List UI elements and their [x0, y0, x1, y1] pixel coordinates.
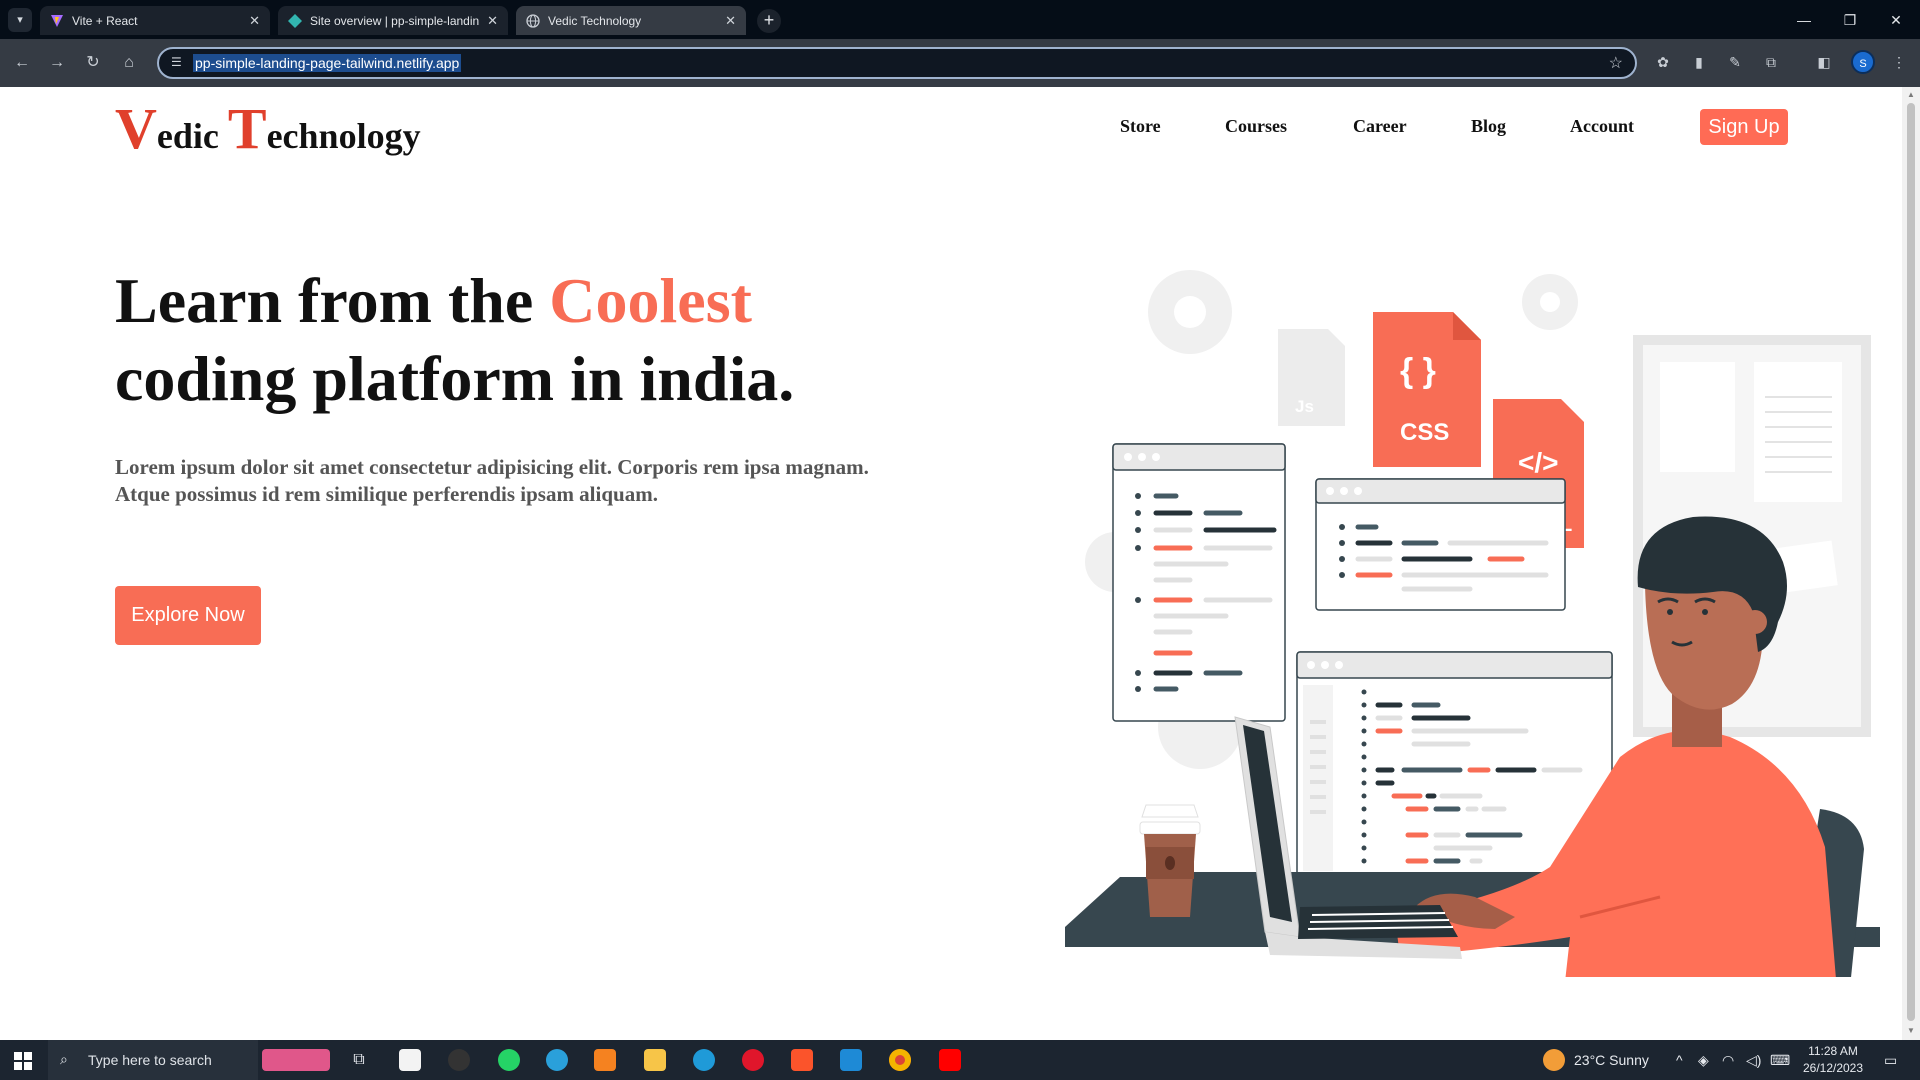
address-bar[interactable]: ☰ pp-simple-landing-page-tailwind.netlif… — [157, 47, 1637, 79]
extensions-icon[interactable]: ⧉ — [1760, 51, 1782, 73]
nav-account[interactable]: Account — [1570, 116, 1634, 137]
close-window-icon[interactable]: ✕ — [1873, 6, 1919, 34]
vite-icon — [51, 14, 63, 27]
windows-taskbar: ⌕ Type here to search ⧉ 23°C Sunny ^ ◈ ◠… — [0, 1040, 1920, 1080]
reload-icon[interactable]: ↻ — [81, 51, 105, 75]
signup-button[interactable]: Sign Up — [1700, 109, 1788, 145]
explore-now-button[interactable]: Explore Now — [115, 586, 261, 645]
css-braces-label: { } — [1400, 352, 1436, 390]
js-file-label: Js — [1295, 397, 1314, 416]
netlify-icon — [288, 13, 302, 28]
home-icon[interactable]: ⌂ — [117, 51, 141, 75]
close-icon[interactable]: ✕ — [487, 13, 498, 29]
keyboard-icon[interactable]: ⌨ — [1770, 1052, 1790, 1069]
weather-sun-icon[interactable] — [1543, 1049, 1565, 1071]
system-clock[interactable]: 11:28 AM 26/12/2023 — [1790, 1043, 1876, 1077]
whatsapp-icon[interactable] — [498, 1049, 520, 1071]
bookmark-star-icon[interactable]: ☆ — [1609, 53, 1623, 73]
css-file-label: CSS — [1400, 419, 1449, 446]
close-icon[interactable]: ✕ — [725, 13, 736, 29]
cookie-extension-icon[interactable]: ✿ — [1652, 51, 1674, 73]
back-icon[interactable]: ← — [10, 51, 34, 75]
vlc-icon[interactable] — [594, 1049, 616, 1071]
file-explorer-icon[interactable] — [644, 1049, 666, 1071]
tab-search-button[interactable]: ▾ — [8, 8, 32, 32]
scroll-down-icon[interactable]: ▼ — [1906, 1026, 1916, 1036]
forward-icon[interactable]: → — [45, 51, 69, 75]
clock-date: 26/12/2023 — [1802, 1061, 1864, 1075]
windows-start-icon[interactable] — [14, 1052, 32, 1070]
page-viewport: Vedic Technology Store Courses Career Bl… — [0, 87, 1902, 1040]
side-panel-icon[interactable]: ◧ — [1813, 51, 1835, 73]
maps-icon[interactable] — [448, 1049, 470, 1071]
globe-icon — [526, 13, 540, 28]
search-icon: ⌕ — [60, 1051, 68, 1067]
logo-text-edic: edic — [156, 116, 228, 156]
show-hidden-icons-icon[interactable]: ^ — [1676, 1052, 1683, 1068]
new-tab-button[interactable]: + — [757, 9, 781, 33]
coding-person-illustration: Js { } CSS </> L — [1065, 270, 1880, 977]
nav-store[interactable]: Store — [1120, 116, 1161, 137]
nav-blog[interactable]: Blog — [1471, 116, 1506, 137]
chrome-icon[interactable] — [889, 1049, 911, 1071]
headline-accent: Coolest — [549, 265, 752, 336]
youtube-icon[interactable] — [939, 1049, 961, 1071]
defender-icon[interactable]: ◈ — [1698, 1052, 1709, 1069]
color-picker-icon[interactable]: ✎ — [1724, 51, 1746, 73]
headline-text: Learn from the — [115, 265, 550, 336]
vscode-icon[interactable] — [840, 1049, 862, 1071]
profile-avatar[interactable]: S — [1851, 50, 1875, 74]
logo-letter-v: V — [115, 96, 157, 161]
minimize-icon[interactable]: — — [1781, 6, 1827, 34]
site-logo[interactable]: Vedic Technology — [115, 95, 421, 162]
html-tag-label: </> — [1518, 447, 1558, 478]
hero-description: Lorem ipsum dolor sit amet consectetur a… — [115, 455, 869, 506]
nav-career[interactable]: Career — [1353, 116, 1407, 137]
hero-headline: Learn from the Coolest coding platform i… — [115, 262, 794, 418]
scroll-up-icon[interactable]: ▲ — [1906, 90, 1916, 100]
volume-icon[interactable]: ◁) — [1746, 1052, 1761, 1069]
search-placeholder: Type here to search — [88, 1052, 212, 1068]
brave-icon[interactable] — [791, 1049, 813, 1071]
logo-letter-t: T — [227, 96, 267, 161]
notification-icon[interactable]: ▭ — [1884, 1052, 1897, 1069]
edge-icon[interactable] — [693, 1049, 715, 1071]
docs-extension-icon[interactable]: ▮ — [1688, 51, 1710, 73]
clock-time: 11:28 AM — [1808, 1044, 1858, 1058]
headline-line2: coding platform in india. — [115, 343, 795, 414]
nav-courses[interactable]: Courses — [1225, 116, 1287, 137]
tab-title: Site overview | pp-simple-landin — [310, 13, 480, 28]
telegram-icon[interactable] — [546, 1049, 568, 1071]
browser-tab-bar: ▾ Vite + React ✕ Site overview | pp-simp… — [0, 0, 1920, 39]
tab-title: Vite + React — [72, 13, 138, 28]
opera-icon[interactable] — [742, 1049, 764, 1071]
menu-kebab-icon[interactable]: ⋮ — [1888, 51, 1910, 73]
weather-text[interactable]: 23°C Sunny — [1574, 1052, 1649, 1068]
tab-site-overview[interactable]: Site overview | pp-simple-landin ✕ — [278, 6, 508, 35]
browser-toolbar: ← → ↻ ⌂ ☰ pp-simple-landing-page-tailwin… — [0, 39, 1920, 87]
wifi-icon[interactable]: ◠ — [1722, 1052, 1734, 1069]
tab-vedic-technology[interactable]: Vedic Technology ✕ — [516, 6, 746, 35]
task-view-icon[interactable]: ⧉ — [348, 1049, 370, 1071]
tab-title: Vedic Technology — [548, 13, 642, 28]
search-highlights-icon[interactable] — [262, 1049, 330, 1071]
url-text[interactable]: pp-simple-landing-page-tailwind.netlify.… — [193, 54, 462, 72]
close-icon[interactable]: ✕ — [249, 13, 260, 29]
scroll-thumb[interactable] — [1907, 103, 1915, 1021]
restore-icon[interactable]: ❐ — [1827, 6, 1873, 34]
microsoft-store-icon[interactable] — [399, 1049, 421, 1071]
tab-vite-react[interactable]: Vite + React ✕ — [40, 6, 270, 35]
site-info-icon[interactable]: ☰ — [171, 55, 187, 71]
taskbar-search-box[interactable]: ⌕ Type here to search — [48, 1040, 258, 1080]
page-scrollbar[interactable]: ▲ ▼ — [1902, 87, 1920, 1040]
logo-text-echnology: echnology — [266, 116, 421, 156]
